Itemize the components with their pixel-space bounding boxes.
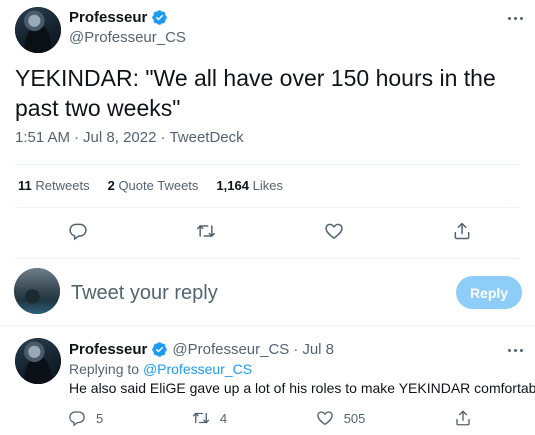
tweet-stats: 11 Retweets 2 Quote Tweets 1,164 Likes <box>18 178 283 193</box>
retweet-icon[interactable] <box>196 221 216 241</box>
meta-separator: · <box>160 129 166 146</box>
tweet-meta: 1:51 AM · Jul 8, 2022 · TweetDeck <box>15 129 244 146</box>
more-icon[interactable] <box>508 341 523 359</box>
likes-stat[interactable]: 1,164 Likes <box>216 178 283 193</box>
divider <box>15 164 520 165</box>
like-icon <box>316 411 333 426</box>
retweet-icon <box>192 412 210 424</box>
quotes-stat[interactable]: 2 Quote Tweets <box>108 178 199 193</box>
reply-text: He also said EliGE gave up a lot of his … <box>69 380 535 396</box>
share-icon[interactable] <box>452 221 472 241</box>
author-name[interactable]: Professeur <box>69 9 147 26</box>
reply-icon <box>69 411 85 427</box>
replying-to: Replying to @Professeur_CS <box>69 361 252 377</box>
replying-to-handle[interactable]: @Professeur_CS <box>143 361 252 377</box>
tweet-time[interactable]: 1:51 AM <box>15 129 70 146</box>
tweet-actions <box>68 221 472 241</box>
retweets-label: Retweets <box>35 178 90 193</box>
tweet-text: YEKINDAR: "We all have over 150 hours in… <box>15 65 496 121</box>
reply-input[interactable]: Tweet your reply <box>71 282 218 305</box>
retweet-action[interactable]: 4 <box>192 409 227 427</box>
verified-badge-icon <box>152 342 168 357</box>
author-info: Professeur <box>69 9 168 26</box>
quotes-count: 2 <box>107 178 115 193</box>
composer-avatar[interactable] <box>14 268 60 314</box>
reply-action[interactable]: 5 <box>68 409 103 427</box>
retweet-count: 4 <box>219 410 228 426</box>
reply-avatar-image <box>15 338 61 384</box>
like-icon[interactable] <box>324 221 344 241</box>
reply-author-name[interactable]: Professeur <box>69 341 147 358</box>
replying-to-label: Replying to <box>69 361 140 377</box>
reply-count: 5 <box>96 410 104 426</box>
like-action[interactable]: 505 <box>316 409 366 427</box>
reply-button[interactable]: Reply <box>456 276 522 309</box>
quotes-label: Quote Tweets <box>118 178 199 193</box>
reply-author-info: Professeur @Professeur_CS · Jul 8 <box>69 341 334 358</box>
reply-icon[interactable] <box>68 221 88 241</box>
avatar-image <box>15 7 61 53</box>
share-icon[interactable] <box>454 409 472 427</box>
divider <box>0 325 535 326</box>
reply-author-handle[interactable]: @Professeur_CS <box>172 341 289 358</box>
divider <box>15 258 520 259</box>
tweet-date[interactable]: Jul 8, 2022 <box>83 129 156 146</box>
meta-separator: · <box>74 129 80 146</box>
likes-count: 1,164 <box>216 178 249 193</box>
author-handle[interactable]: @Professeur_CS <box>69 29 186 46</box>
more-icon[interactable] <box>508 9 523 27</box>
retweets-count: 11 <box>18 178 32 193</box>
likes-label: Likes <box>252 178 283 193</box>
tweet-source[interactable]: TweetDeck <box>169 129 243 146</box>
author-avatar[interactable] <box>15 7 61 53</box>
meta-separator: · <box>293 341 299 358</box>
reply-date[interactable]: Jul 8 <box>302 341 334 358</box>
like-count: 505 <box>343 410 366 426</box>
verified-badge-icon <box>152 10 168 25</box>
retweets-stat[interactable]: 11 Retweets <box>18 178 90 193</box>
divider <box>15 207 520 208</box>
reply-actions: 5 4 505 <box>68 409 472 427</box>
composer-avatar-image <box>14 268 60 314</box>
reply-author-avatar[interactable] <box>15 338 61 384</box>
